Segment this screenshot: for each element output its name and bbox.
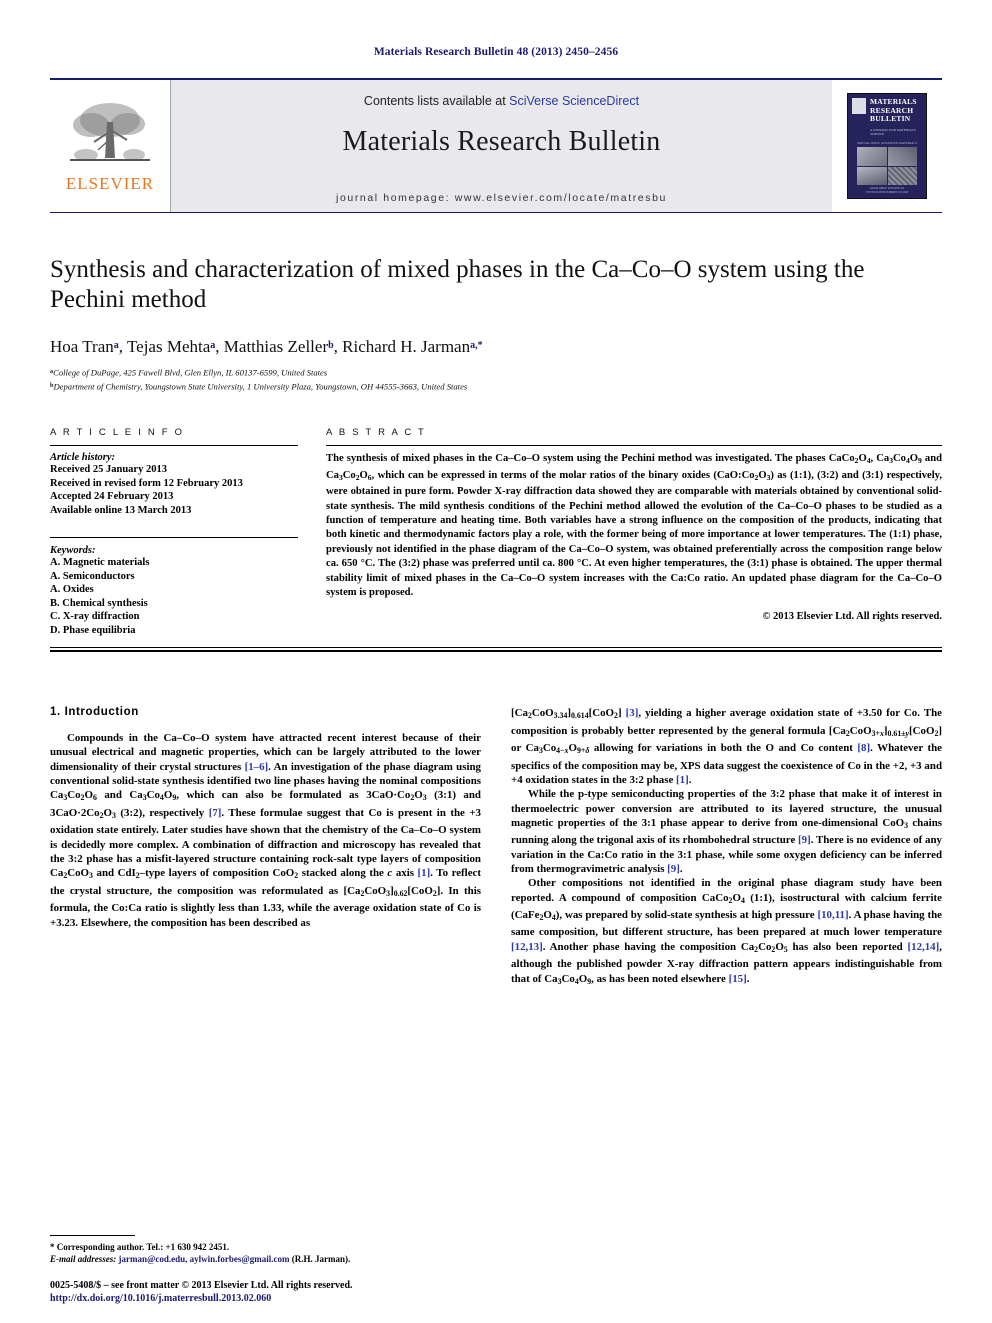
micrograph-1 xyxy=(857,147,887,166)
paragraph: Other compositions not identified in the… xyxy=(511,877,942,986)
masthead-center: Contents lists available at SciVerse Sci… xyxy=(171,80,832,212)
article-info-column: A R T I C L E I N F O Article history: R… xyxy=(50,427,298,637)
cover-image: MATERIALS RESEARCH BULLETIN A JOURNAL FO… xyxy=(847,93,927,199)
citation-link[interactable]: [9] xyxy=(667,863,680,875)
info-abstract-block: A R T I C L E I N F O Article history: R… xyxy=(50,427,942,637)
email-owner: (R.H. Jarman). xyxy=(291,1254,351,1264)
citation-link[interactable]: [1] xyxy=(418,867,431,879)
citation-link[interactable]: [1–6] xyxy=(245,761,269,773)
contents-prefix: Contents lists available at xyxy=(363,94,510,108)
info-divider-top xyxy=(50,445,298,447)
email-label: E-mail addresses: xyxy=(50,1254,117,1264)
journal-cover-thumbnail: MATERIALS RESEARCH BULLETIN A JOURNAL FO… xyxy=(832,80,942,212)
paragraph: [Ca2CoO3.34]0.614[CoO2] [3], yielding a … xyxy=(511,707,942,786)
citation-link[interactable]: [10,11] xyxy=(817,909,848,921)
elsevier-wordmark: ELSEVIER xyxy=(65,174,155,193)
paragraph: While the p-type semiconducting properti… xyxy=(511,788,942,875)
keyword-item: A. Magnetic materials xyxy=(50,557,150,569)
citation-link[interactable]: [9] xyxy=(798,834,811,846)
affiliation-a: aCollege of DuPage, 425 Fawell Blvd, Gle… xyxy=(50,366,942,379)
page-footer: 0025-5408/$ – see front matter © 2013 El… xyxy=(50,1279,530,1305)
cover-footer: AVAILABLE ONLINE AT WWW.SCIENCEDIRECT.CO… xyxy=(865,186,909,194)
paragraph: Compounds in the Ca–Co–O system have att… xyxy=(50,732,482,929)
issn-copyright-line: 0025-5408/$ – see front matter © 2013 El… xyxy=(50,1280,353,1291)
history-revised: Received in revised form 12 February 201… xyxy=(50,477,243,489)
info-divider-mid xyxy=(50,537,298,539)
author-3-marks: b xyxy=(328,339,334,351)
author-3: Matthias Zeller xyxy=(223,337,329,356)
section-divider-thick xyxy=(50,650,942,653)
author-2-marks: a xyxy=(210,339,216,351)
keyword-item: B. Chemical synthesis xyxy=(50,597,148,609)
abstract-divider-top xyxy=(326,445,942,447)
keyword-item: D. Phase equilibria xyxy=(50,624,136,636)
author-2: Tejas Mehta xyxy=(126,337,211,356)
body-column-right: [Ca2CoO3.34]0.614[CoO2] [3], yielding a … xyxy=(511,706,942,989)
author-4: Richard H. Jarman xyxy=(342,337,471,356)
corresponding-author-line: * Corresponding author. Tel.: +1 630 942… xyxy=(50,1242,230,1252)
cover-title: MATERIALS RESEARCH BULLETIN xyxy=(870,97,923,124)
section-heading-introduction: 1. Introduction xyxy=(50,706,139,719)
history-received: Received 25 January 2013 xyxy=(50,464,167,476)
cover-caption: SPECIAL ISSUE: ADVANCED MATERIALS xyxy=(856,141,918,145)
email-line: E-mail addresses: jarman@cod.edu, aylwin… xyxy=(50,1253,450,1265)
abstract-column: A B S T R A C T The synthesis of mixed p… xyxy=(326,427,942,637)
keyword-item: A. Oxides xyxy=(50,584,94,596)
journal-masthead: ELSEVIER Contents lists available at Sci… xyxy=(50,78,942,213)
author-1: Hoa Tran xyxy=(50,337,114,356)
article-body: 1. Introduction Compounds in the Ca–Co–O… xyxy=(50,706,942,989)
author-list: Hoa Trana, Tejas Mehtaa, Matthias Zeller… xyxy=(50,337,483,356)
page-title: Synthesis and characterization of mixed … xyxy=(50,256,865,313)
citation-link[interactable]: [7] xyxy=(209,807,222,819)
citation-link[interactable]: [12,13] xyxy=(511,941,543,953)
journal-homepage[interactable]: journal homepage: www.elsevier.com/locat… xyxy=(171,192,832,204)
history-online: Available online 13 March 2013 xyxy=(50,504,192,516)
keywords-label: Keywords: xyxy=(50,545,96,557)
abstract-text: The synthesis of mixed phases in the Ca–… xyxy=(326,453,942,599)
contents-available-line: Contents lists available at SciVerse Sci… xyxy=(364,94,639,108)
micrograph-4 xyxy=(887,166,917,185)
affiliation-b-text: Department of Chemistry, Youngstown Stat… xyxy=(53,381,468,392)
citation-link[interactable]: [1] xyxy=(676,774,689,786)
email-links[interactable]: jarman@cod.edu, aylwin.forbes@gmail.com xyxy=(119,1254,290,1264)
cover-subtitle: A JOURNAL FOR MATERIALS SCIENCE xyxy=(870,128,916,137)
keyword-item: C. X-ray diffraction xyxy=(50,611,140,623)
cover-micrograph-grid xyxy=(857,147,917,185)
abstract-copyright: © 2013 Elsevier Ltd. All rights reserved… xyxy=(762,610,942,622)
citation-link[interactable]: [3] xyxy=(626,707,639,719)
section-divider xyxy=(50,647,942,649)
corresponding-author-footnote: * Corresponding author. Tel.: +1 630 942… xyxy=(50,1235,450,1265)
author-4-marks: a,* xyxy=(470,339,483,351)
doi-link[interactable]: http://dx.doi.org/10.1016/j.materresbull… xyxy=(50,1292,530,1305)
micrograph-2 xyxy=(887,147,917,166)
body-column-left: 1. Introduction Compounds in the Ca–Co–O… xyxy=(50,706,481,989)
author-1-marks: a xyxy=(113,339,119,351)
citation-link[interactable]: [15] xyxy=(729,973,747,985)
citation-link[interactable]: [12,14] xyxy=(908,941,940,953)
citation-link[interactable]: [8] xyxy=(857,742,870,754)
journal-title: Materials Research Bulletin xyxy=(342,126,661,157)
affiliation-a-text: College of DuPage, 425 Fawell Blvd, Glen… xyxy=(53,367,328,378)
cover-title-line3: BULLETIN xyxy=(870,114,911,123)
running-head: Materials Research Bulletin 48 (2013) 24… xyxy=(373,46,619,58)
publisher-logo: ELSEVIER xyxy=(50,80,171,212)
abstract-heading: A B S T R A C T xyxy=(326,427,427,439)
keyword-item: A. Semiconductors xyxy=(50,570,135,582)
article-page: Materials Research Bulletin 48 (2013) 24… xyxy=(0,0,992,1323)
history-accepted: Accepted 24 February 2013 xyxy=(50,491,174,503)
affiliation-b: bDepartment of Chemistry, Youngstown Sta… xyxy=(50,380,942,393)
micrograph-3 xyxy=(857,166,887,185)
elsevier-tree-icon xyxy=(70,103,150,161)
article-info-heading: A R T I C L E I N F O xyxy=(50,427,185,439)
footnote-rule xyxy=(50,1235,135,1236)
sciencedirect-link[interactable]: SciVerse ScienceDirect xyxy=(509,94,639,108)
cover-elsevier-icon xyxy=(852,98,866,114)
article-history-label: Article history: xyxy=(50,452,116,464)
